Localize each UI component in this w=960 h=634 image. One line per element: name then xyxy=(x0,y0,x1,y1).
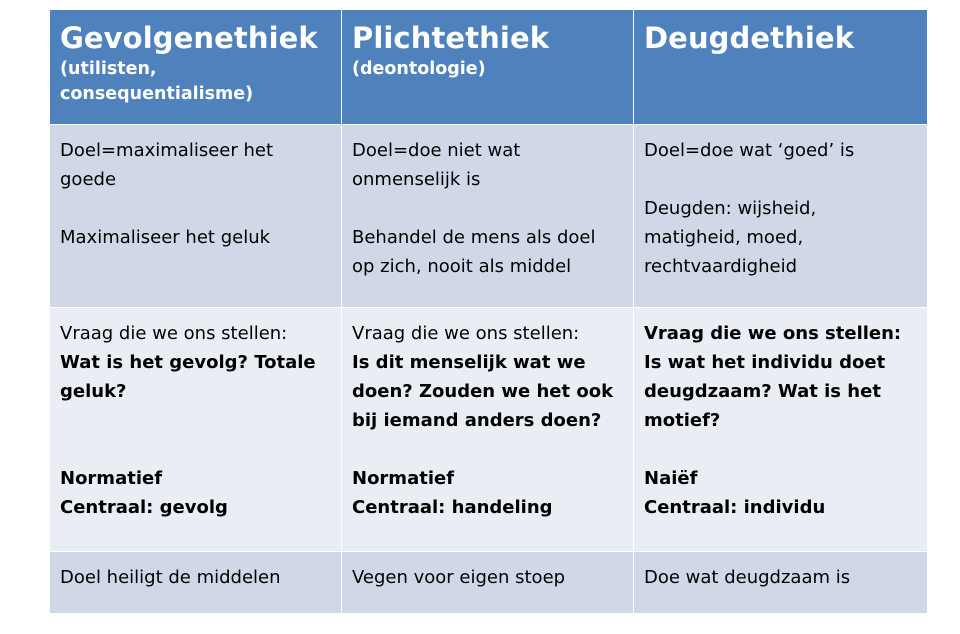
table-row-goal: Doel=maximaliseer het goede Maximaliseer… xyxy=(49,124,928,308)
table-cell: Vraag die we ons stellen: Is wat het ind… xyxy=(633,307,928,552)
cell-central: Centraal: individu xyxy=(644,497,826,518)
cell-type: Naiëf xyxy=(644,468,698,489)
cell-intro: Vraag die we ons stellen: xyxy=(352,323,580,344)
header-subtitle: (utilisten, consequentialisme) xyxy=(60,59,254,104)
cell-text: Doel heiligt de middelen xyxy=(60,567,281,588)
table-cell: Vraag die we ons stellen: Is dit menseli… xyxy=(341,307,634,552)
cell-central: Centraal: handeling xyxy=(352,497,553,518)
cell-text: Doe wat deugdzaam is xyxy=(644,567,851,588)
header-cell-plichtethiek: Plichtethiek (deontologie) xyxy=(341,9,634,125)
cell-text: Maximaliseer het geluk xyxy=(60,227,271,248)
cell-question: Wat is het gevolg? Totale geluk? xyxy=(60,352,316,402)
table-cell: Doel=doe niet wat onmenselijk is Behande… xyxy=(341,124,634,308)
cell-text: Doel=maximaliseer het goede xyxy=(60,140,274,190)
cell-text: Behandel de mens als doel op zich, nooit… xyxy=(352,227,596,277)
table-cell: Vegen voor eigen stoep xyxy=(341,551,634,614)
header-title: Gevolgenethiek xyxy=(60,21,318,55)
ethics-comparison-table-wrapper: Gevolgenethiek (utilisten, consequential… xyxy=(49,9,928,614)
cell-text: Vegen voor eigen stoep xyxy=(352,567,566,588)
cell-type: Normatief xyxy=(60,468,163,489)
header-subtitle: (deontologie) xyxy=(352,59,486,79)
header-row: Gevolgenethiek (utilisten, consequential… xyxy=(49,9,928,125)
table-row-question: Vraag die we ons stellen: Wat is het gev… xyxy=(49,307,928,552)
cell-type: Normatief xyxy=(352,468,455,489)
cell-text: Deugden: wijsheid, matigheid, moed, rech… xyxy=(644,198,817,277)
cell-central: Centraal: gevolg xyxy=(60,497,228,518)
header-title: Plichtethiek xyxy=(352,21,550,55)
cell-text: Doel=doe wat ‘goed’ is xyxy=(644,140,855,161)
table-row-motto: Doel heiligt de middelen Vegen voor eige… xyxy=(49,551,928,614)
cell-question: Is dit menselijk wat we doen? Zouden we … xyxy=(352,352,614,431)
header-title: Deugdethiek xyxy=(644,21,855,55)
table-cell: Vraag die we ons stellen: Wat is het gev… xyxy=(49,307,342,552)
header-cell-deugdethiek: Deugdethiek xyxy=(633,9,928,125)
cell-intro: Vraag die we ons stellen: xyxy=(644,323,902,344)
cell-question: Is wat het individu doet deugdzaam? Wat … xyxy=(644,352,886,431)
table-cell: Doel=maximaliseer het goede Maximaliseer… xyxy=(49,124,342,308)
cell-intro: Vraag die we ons stellen: xyxy=(60,323,288,344)
ethics-comparison-table: Gevolgenethiek (utilisten, consequential… xyxy=(49,9,928,614)
cell-text: Doel=doe niet wat onmenselijk is xyxy=(352,140,521,190)
table-cell: Doel=doe wat ‘goed’ is Deugden: wijsheid… xyxy=(633,124,928,308)
table-cell: Doe wat deugdzaam is xyxy=(633,551,928,614)
header-cell-gevolgenethiek: Gevolgenethiek (utilisten, consequential… xyxy=(49,9,342,125)
table-cell: Doel heiligt de middelen xyxy=(49,551,342,614)
